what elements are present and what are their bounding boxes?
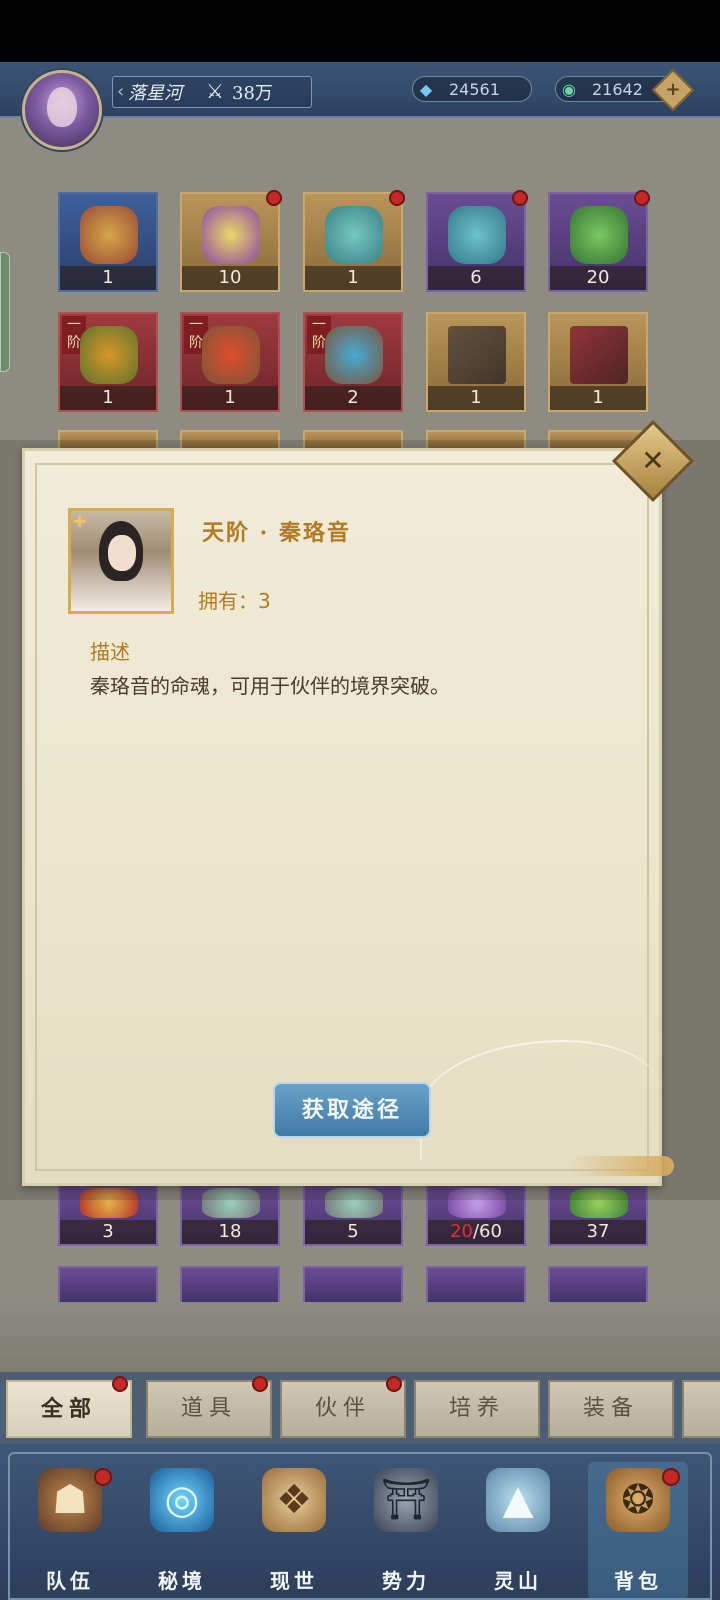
- item-count: 2: [305, 386, 401, 410]
- inventory-slot[interactable]: 6: [426, 190, 528, 292]
- item-count: 1: [305, 266, 401, 290]
- notification-dot: [112, 1376, 128, 1392]
- inventory-slot[interactable]: 1: [303, 190, 405, 292]
- inventory-slot[interactable]: [548, 1266, 648, 1304]
- puzzle-piece-icon: ✚: [73, 512, 87, 531]
- mountain-icon: ▲: [486, 1468, 550, 1532]
- red-pill-icon: [202, 326, 260, 384]
- inventory-slot[interactable]: 20: [548, 190, 650, 292]
- acquire-route-button[interactable]: 获取途径: [273, 1082, 431, 1138]
- inventory-slot[interactable]: 一阶 1: [58, 312, 158, 412]
- nav-backpack[interactable]: ❂ 背包: [588, 1462, 688, 1600]
- item-count: 1: [428, 386, 524, 410]
- item-count: 5: [305, 1220, 401, 1244]
- item-count: 20/60: [428, 1220, 524, 1244]
- nav-spirit-mountain[interactable]: ▲ 灵山: [468, 1462, 568, 1600]
- notification-dot: [94, 1468, 112, 1486]
- inventory-slot[interactable]: 1: [548, 312, 648, 412]
- treasure-bag-icon: [325, 206, 383, 264]
- item-title: 天阶 · 秦珞音: [202, 520, 351, 546]
- inventory-footer: [0, 1302, 720, 1372]
- nav-world[interactable]: ❖ 现世: [244, 1462, 344, 1600]
- inventory-slot[interactable]: [426, 1266, 526, 1304]
- item-count: 1: [60, 386, 156, 410]
- notification-dot: [512, 190, 528, 206]
- vortex-icon: ◎: [150, 1468, 214, 1532]
- tab-partners[interactable]: 伙伴: [280, 1376, 406, 1438]
- treasure-bag-icon: [448, 206, 506, 264]
- item-count: 18: [182, 1220, 278, 1244]
- inventory-slot[interactable]: [58, 1266, 158, 1304]
- purple-crystal-icon: [202, 206, 260, 264]
- item-count: 1: [182, 386, 278, 410]
- notification-dot: [386, 1376, 402, 1392]
- blue-pill-icon: [325, 326, 383, 384]
- tab-cultivate[interactable]: 培养: [414, 1380, 540, 1438]
- partner-portrait: ✚: [68, 508, 174, 614]
- green-chest-icon: [570, 206, 628, 264]
- scroll-map-icon: ❖: [262, 1468, 326, 1532]
- nav-secret-realm[interactable]: ◎ 秘境: [132, 1462, 232, 1600]
- nav-team[interactable]: ☗ 队伍: [20, 1462, 120, 1600]
- tab-all[interactable]: 全部: [6, 1376, 132, 1438]
- scroll-ornament-icon: [80, 206, 138, 264]
- tab-equipment[interactable]: 装备: [548, 1380, 674, 1438]
- notification-dot: [634, 190, 650, 206]
- item-count: 20: [550, 266, 646, 290]
- tab-items[interactable]: 道具: [146, 1376, 272, 1438]
- item-count: 37: [550, 1220, 646, 1244]
- inventory-slot[interactable]: 10: [180, 190, 282, 292]
- notification-dot: [662, 1468, 680, 1486]
- description-text: 秦珞音的命魂，可用于伙伴的境界突破。: [90, 674, 450, 698]
- nav-faction[interactable]: ⛩ 势力: [356, 1462, 456, 1600]
- inventory-slot[interactable]: 1: [58, 192, 158, 292]
- tab-more[interactable]: [682, 1380, 720, 1438]
- inventory-slot[interactable]: 1: [426, 312, 526, 412]
- inventory-slot[interactable]: 一阶 1: [180, 312, 280, 412]
- palace-icon: ⛩: [374, 1468, 438, 1532]
- inventory-slot[interactable]: [303, 1266, 403, 1304]
- inventory-slot[interactable]: 一阶 2: [303, 312, 403, 412]
- pill-leaf-icon: [80, 326, 138, 384]
- item-count: 1: [60, 266, 156, 290]
- item-count: 3: [60, 1220, 156, 1244]
- notification-dot: [266, 190, 282, 206]
- item-count: 6: [428, 266, 524, 290]
- item-count: 1: [550, 386, 646, 410]
- owned-count: 拥有：3: [198, 589, 271, 613]
- book-icon: [570, 326, 628, 384]
- decorative-curl: [570, 1156, 674, 1176]
- description-label: 描述: [90, 640, 130, 664]
- notification-dot: [252, 1376, 268, 1392]
- item-count: 10: [182, 266, 278, 290]
- inventory-slot[interactable]: [180, 1266, 280, 1304]
- close-icon: ✕: [641, 444, 665, 477]
- bag-icon: ❂: [606, 1468, 670, 1532]
- team-icon: ☗: [38, 1468, 102, 1532]
- notification-dot: [389, 190, 405, 206]
- book-icon: [448, 326, 506, 384]
